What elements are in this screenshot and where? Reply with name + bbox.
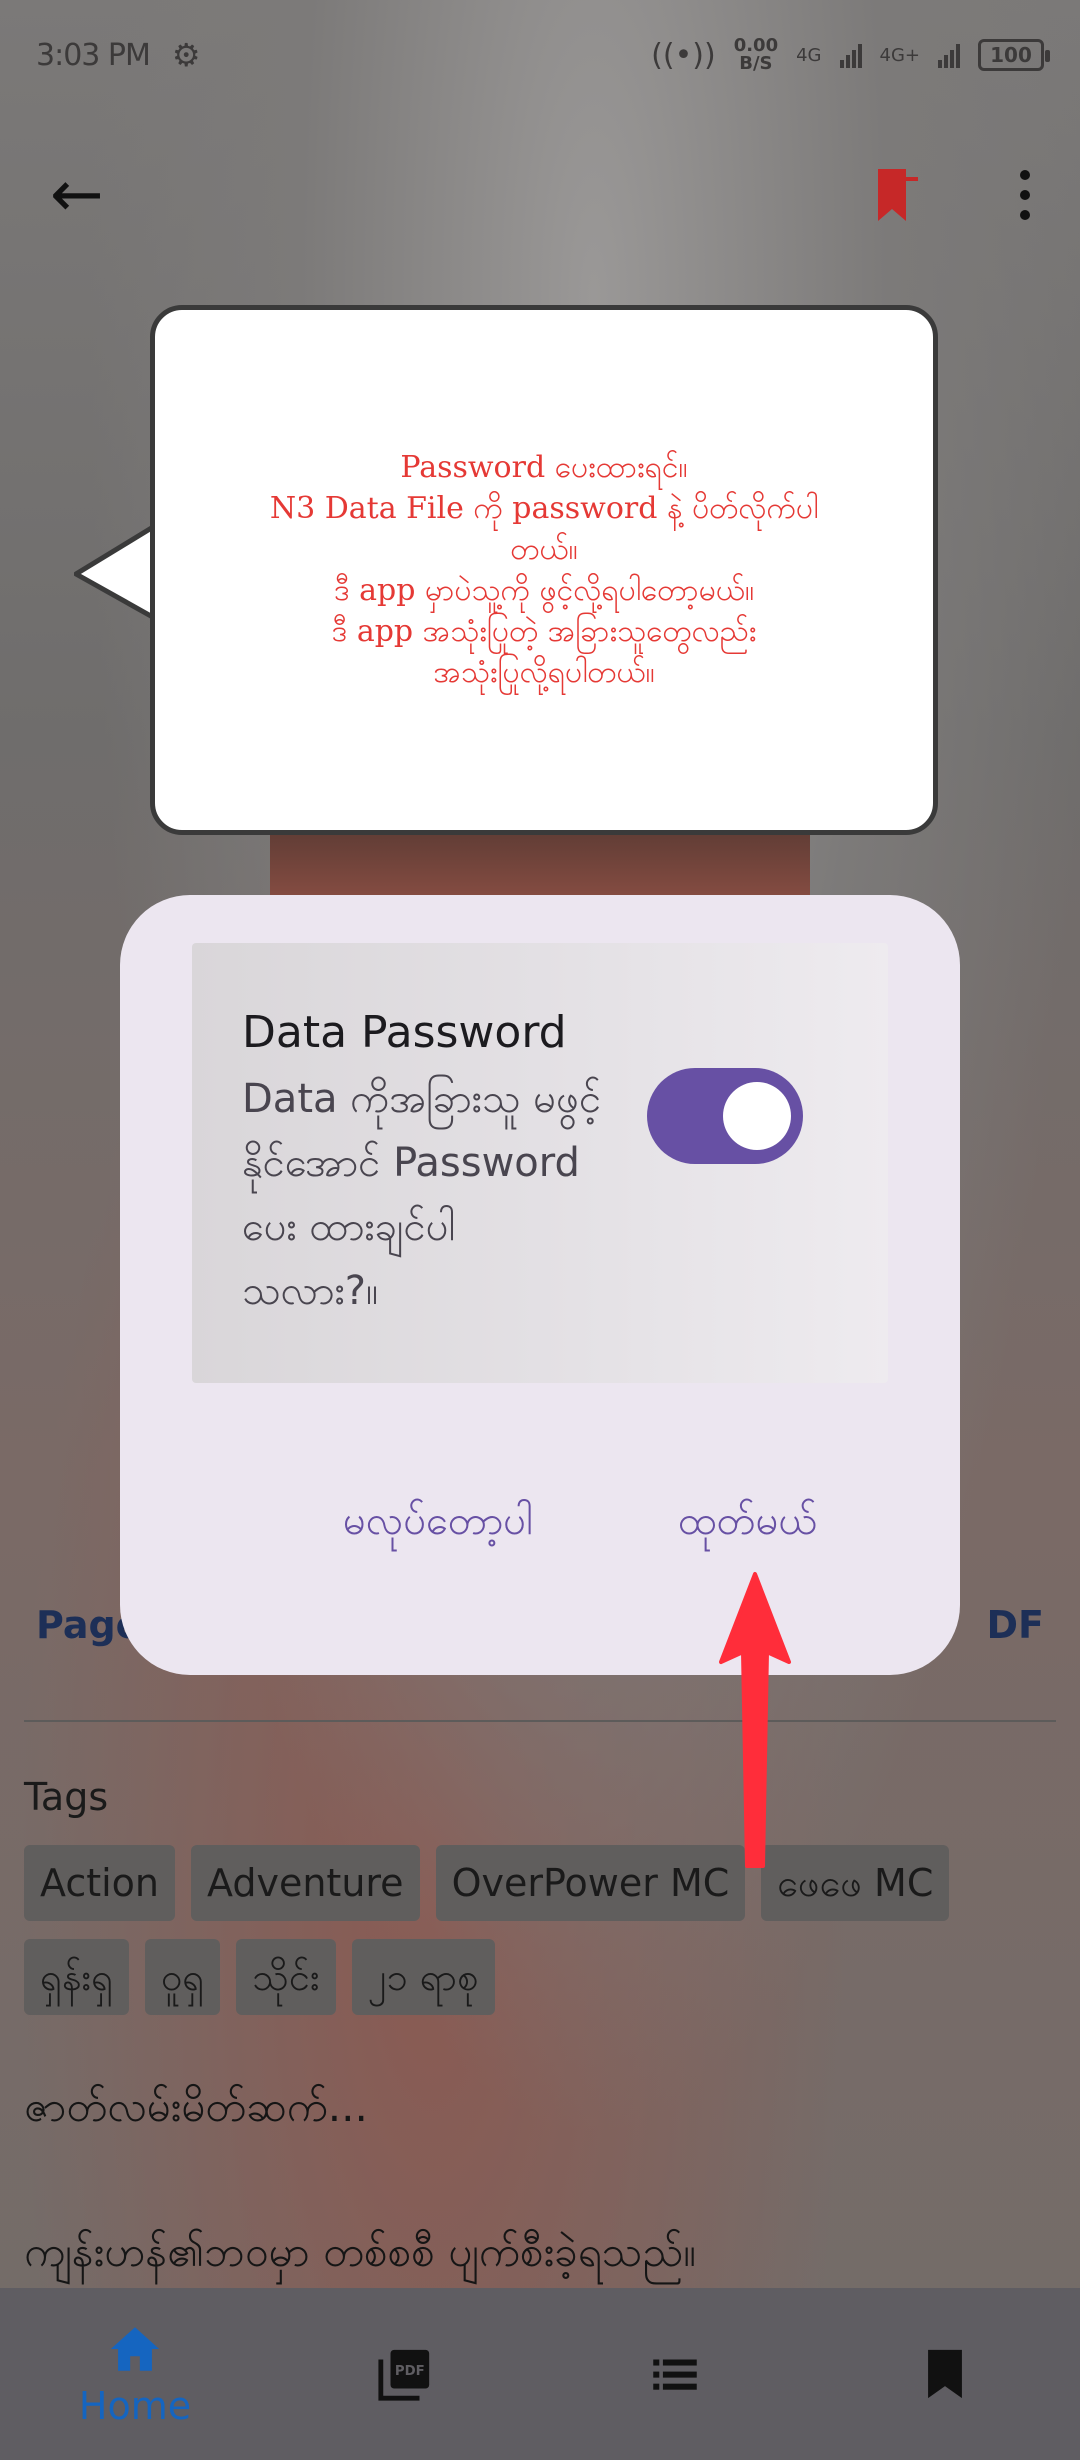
password-dialog: Data Password Data ကိုအခြားသူ မဖွင့်နိုင… [120,895,960,1675]
signal-icon-2 [938,42,960,68]
more-options-icon[interactable] [1020,170,1030,220]
dialog-actions: မလုပ်တော့ပါ ထုတ်မယ် [120,1495,960,1575]
sim2-network-type: 4G+ [879,44,920,66]
bookmark-remove-icon[interactable] [876,167,920,223]
cancel-button[interactable]: မလုပ်တော့ပါ [343,1495,533,1554]
back-arrow-icon[interactable]: ← [50,163,104,227]
bookmark-icon [928,2349,962,2399]
home-icon [110,2327,160,2371]
toggle-thumb [723,1082,791,1150]
tag-chip[interactable]: ၂၁ ရာစု [351,1939,495,2015]
annotation-arrow [719,1572,791,1868]
tags-title: Tags [24,1775,109,1819]
status-time: 3:03 PM [36,37,151,73]
settings-gear-icon: ⚙ [171,36,201,74]
nav-home-label: Home [78,2384,192,2428]
app-bar: ← [0,130,1080,260]
sim1-network-type: 4G [796,44,822,66]
meta-right-label: DF [986,1603,1044,1647]
tag-chip[interactable]: ရှန်းရှ [24,1939,129,2015]
tooltip-text: Password ပေးထားရင်။ N3 Data File ကို pas… [269,450,819,690]
pdf-icon: PDF [378,2349,430,2401]
data-password-setting[interactable]: Data Password Data ကိုအခြားသူ မဖွင့်နိုင… [192,943,888,1383]
dialog-title: Data Password [242,1007,567,1058]
description-text: ကျန်းဟန်၏ဘဝမှာ တစ်စစီ ပျက်စီးခဲ့ရသည်။ [24,2227,696,2276]
svg-text:PDF: PDF [395,2364,425,2379]
divider [24,1720,1056,1722]
tag-chip[interactable]: သိုင်း [236,1939,336,2015]
nav-pdf[interactable]: PDF [270,2345,540,2403]
tag-chip[interactable]: Action [24,1845,176,1921]
tags-list: Action Adventure OverPower MC ဖေဖေ MC ရှ… [24,1845,1064,2015]
battery-icon: 100 [978,39,1050,71]
list-icon [653,2359,697,2390]
dialog-subtitle: Data ကိုအခြားသူ မဖွင့်နိုင်အောင် Passwor… [242,1076,602,1314]
description-heading: ဇာတ်လမ်းမိတ်ဆက်... [24,2082,368,2131]
hotspot-icon: ((•)) [651,37,716,73]
nav-home[interactable]: Home [0,2320,270,2428]
bottom-nav: Home PDF [0,2288,1080,2460]
network-speed: 0.00 B/S [733,35,779,74]
nav-bookmarks[interactable] [810,2345,1080,2403]
tooltip-tail [74,521,160,623]
ok-button[interactable]: ထုတ်မယ် [678,1495,817,1554]
tag-chip[interactable]: Adventure [191,1845,420,1921]
status-bar: 3:03 PM ⚙ ((•)) 0.00 B/S 4G 4G+ 100 [0,0,1080,110]
status-icons: ((•)) 0.00 B/S 4G 4G+ 100 [651,35,1050,74]
signal-icon [839,42,862,68]
tag-chip[interactable]: OverPower MC [435,1845,746,1921]
password-toggle[interactable] [647,1068,803,1164]
tag-chip[interactable]: ဝူရှ [144,1939,221,2015]
tooltip-bubble: Password ပေးထားရင်။ N3 Data File ကို pas… [150,305,938,835]
nav-list[interactable] [540,2345,810,2403]
